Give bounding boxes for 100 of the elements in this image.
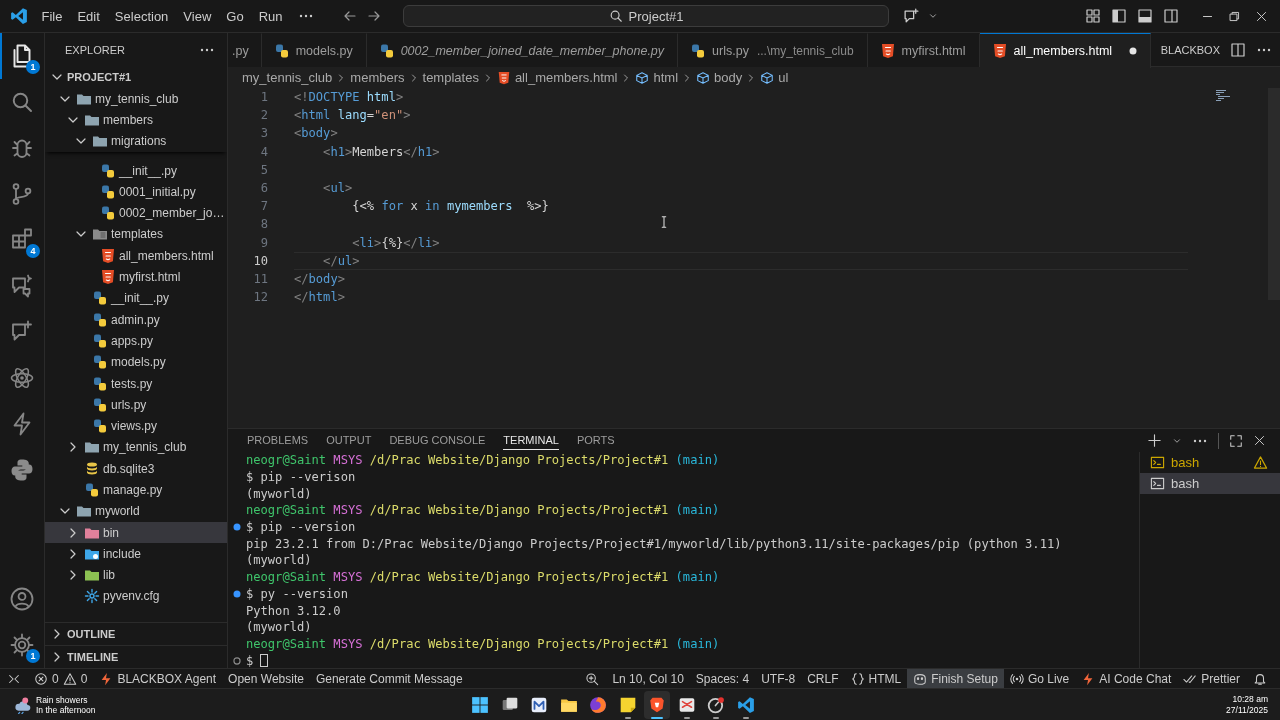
search-field[interactable]: Project#1 (403, 5, 889, 27)
caret-icon[interactable] (928, 11, 938, 21)
panel-toggle-icon[interactable] (1137, 8, 1153, 24)
line-number: 2 (259, 108, 269, 123)
tree-item[interactable]: db.sqlite3 (45, 458, 227, 480)
breadcrumb[interactable]: templates (422, 70, 479, 85)
panel-tab[interactable]: DEBUG CONSOLE (389, 431, 486, 450)
activity-tab[interactable]: 4 (0, 217, 44, 263)
tree-item[interactable]: my_tennis_club (45, 436, 227, 459)
menu-item[interactable]: File (34, 6, 70, 26)
menu-item[interactable]: Run (251, 6, 290, 26)
panel-tab[interactable]: PROBLEMS (247, 431, 309, 450)
tree-item[interactable]: tests.py (45, 372, 227, 395)
menu-item[interactable]: Edit (69, 6, 108, 26)
plus-icon[interactable] (1147, 433, 1162, 448)
tree-item[interactable]: migrations (45, 130, 227, 152)
taskbar-app[interactable] (644, 690, 670, 719)
menu-item[interactable]: Selection (107, 6, 176, 26)
status-item[interactable]: Spaces: 4 (689, 669, 756, 688)
tree-item[interactable]: manage.py (45, 479, 227, 501)
status-item[interactable]: Ln 10, Col 10 (606, 669, 690, 688)
terminal-line: Python 3.12.0 (246, 603, 341, 618)
extension-label[interactable]: BLACKBOX (1160, 43, 1220, 56)
tree-item[interactable]: myfirst.html (45, 266, 227, 288)
tree-item[interactable]: 0002_member_jo… (45, 202, 227, 224)
breadcrumb[interactable]: html (635, 70, 679, 85)
maximize-icon[interactable] (1229, 433, 1243, 448)
panel-tab[interactable]: PORTS (576, 431, 615, 450)
status-item[interactable]: CRLF (801, 669, 845, 688)
breadcrumb[interactable]: ul (760, 70, 789, 85)
tree-item[interactable]: models.py (45, 351, 227, 373)
tree-item[interactable]: urls.py (45, 394, 227, 416)
snipping-tool-icon (677, 695, 696, 714)
html-file-icon (879, 42, 896, 59)
fox-browser-icon (589, 695, 607, 714)
breadcrumb[interactable]: all_members.html (496, 70, 618, 85)
breadcrumb[interactable]: members (350, 70, 405, 85)
editor-tab[interactable]: myfirst.html (867, 33, 980, 67)
status-item[interactable]: Open Website (222, 669, 310, 688)
terminal-session[interactable]: bash (1140, 452, 1280, 473)
close-icon[interactable] (1253, 434, 1266, 447)
activity-tab[interactable]: 1 (0, 622, 44, 668)
tree-item[interactable]: my_tennis_club (45, 88, 227, 110)
section-header[interactable]: OUTLINE (45, 622, 227, 645)
sidebar-toggle-icon[interactable] (1111, 8, 1127, 24)
python-file-icon (92, 290, 108, 307)
status-item[interactable]: AI Code Chat (1075, 669, 1178, 688)
tree-item[interactable]: templates (45, 223, 227, 246)
tree-item[interactable]: admin.py (45, 308, 227, 331)
status-item[interactable]: Finish Setup (907, 669, 1004, 688)
tree-item[interactable]: __init__.py (45, 287, 227, 309)
zoom-icon[interactable] (585, 671, 600, 686)
terminal-session[interactable]: bash (1140, 473, 1280, 494)
python-file-icon (100, 205, 116, 222)
line-number: 8 (259, 217, 269, 232)
tree-item[interactable]: views.py (45, 415, 227, 437)
section-header[interactable]: PROJECT#1 (45, 66, 227, 88)
code-line: <li>{%}</li> (351, 234, 441, 252)
tree-item[interactable]: 0001_initial.py (45, 181, 227, 203)
weather-title: Rain showers (36, 694, 89, 705)
restore-icon[interactable] (1228, 9, 1241, 23)
tree-item[interactable]: all_members.html (45, 245, 227, 267)
status-item[interactable]: Generate Commit Message (309, 669, 469, 688)
tree-item[interactable]: lib (45, 564, 227, 586)
editor-tab[interactable]: all_members.html (979, 33, 1152, 68)
menu-item[interactable]: View (175, 6, 219, 26)
secondary-sidebar-icon[interactable] (1163, 8, 1179, 24)
status-item[interactable]: BLACKBOX Agent (93, 669, 223, 688)
tree-item[interactable]: myworld (45, 500, 227, 522)
status-item[interactable]: Prettier (1177, 669, 1246, 688)
breadcrumb[interactable]: my_tennis_club (242, 70, 333, 85)
panel-tab[interactable]: TERMINAL (503, 431, 559, 450)
status-item[interactable]: HTML (844, 669, 908, 688)
gear-icon (84, 588, 100, 605)
tree-item[interactable]: apps.py (45, 330, 227, 352)
tree-item[interactable]: include (45, 543, 227, 565)
panel-tab[interactable]: OUTPUT (326, 431, 372, 450)
problems-status[interactable]: 0 0 (28, 669, 94, 688)
tree-item[interactable]: pyvenv.cfg (45, 585, 227, 608)
badge: 1 (26, 60, 40, 74)
line-number: 3 (259, 126, 269, 141)
menu-item[interactable]: Go (218, 6, 252, 26)
tree-item[interactable]: members (45, 109, 227, 131)
breadcrumb[interactable]: body (696, 70, 743, 85)
chat-sparkle-icon[interactable] (903, 7, 920, 25)
bell-icon[interactable] (1253, 671, 1267, 686)
settings-icon (10, 633, 34, 657)
status-item[interactable]: UTF-8 (755, 669, 802, 688)
split-editor-icon[interactable] (1230, 41, 1246, 58)
tree-item[interactable]: bin (45, 521, 227, 544)
status-item[interactable]: Go Live (1003, 669, 1076, 688)
python-file-icon (100, 183, 116, 200)
editor-tab[interactable]: urls.py ...\my_tennis_club (678, 33, 868, 67)
editor-tab[interactable]: 0002_member_joined_date_member_phone.py (366, 33, 679, 67)
tree-item[interactable]: __init__.py (45, 159, 227, 182)
editor-tab[interactable]: .py (228, 33, 262, 67)
layout-icon[interactable] (1085, 8, 1101, 24)
braces-icon (850, 671, 865, 686)
editor-tab[interactable]: models.py (261, 33, 367, 67)
close-icon[interactable] (1255, 9, 1268, 23)
